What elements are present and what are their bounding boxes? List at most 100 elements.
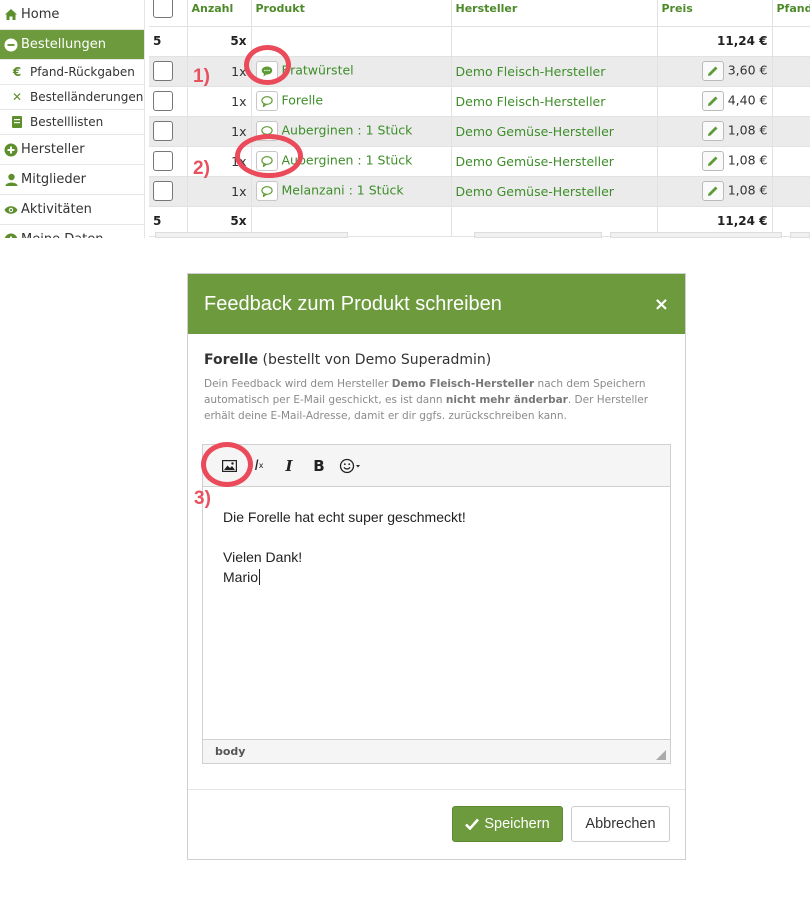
element-path: body — [215, 745, 246, 758]
sidebar-item-home[interactable]: Home — [0, 0, 144, 30]
cancel-button-label: Abbrechen — [585, 816, 656, 832]
book-icon — [10, 115, 24, 129]
annotation-circle — [235, 134, 303, 178]
sidebar-item-hersteller[interactable]: Hersteller — [0, 135, 144, 165]
cancel-button[interactable]: Abbrechen — [571, 806, 670, 842]
table-header-row: Anzahl Produkt Hersteller Preis Pfand — [149, 0, 810, 26]
modal-header: Feedback zum Produkt schreiben × — [188, 274, 685, 334]
sidebar-item-label: Bestellungen — [21, 36, 106, 52]
product-link[interactable]: Forelle — [282, 93, 324, 108]
summary-total: 11,24 € — [657, 26, 773, 56]
edit-price-icon[interactable] — [701, 61, 724, 81]
info-text-part: Dein Feedback wird dem Hersteller — [204, 378, 392, 390]
maker-link[interactable]: Demo Fleisch-Hersteller — [451, 56, 658, 86]
button-strip — [790, 232, 810, 238]
sidebar-item-pfand[interactable]: € Pfand-Rückgaben — [0, 60, 144, 85]
sidebar-item-mitglieder[interactable]: Mitglieder — [0, 165, 144, 195]
user-icon — [4, 173, 18, 187]
edit-price-icon[interactable] — [701, 151, 724, 171]
modal-body: Forelle (bestellt von Demo Superadmin) D… — [188, 334, 685, 424]
column-header-anzahl[interactable]: Anzahl — [187, 0, 252, 26]
sidebar: Home Bestellungen € Pfand-Rückgaben ✕ Be… — [0, 0, 145, 238]
edit-price-icon[interactable] — [701, 181, 724, 201]
text-cursor — [259, 569, 261, 585]
product-name: Forelle — [204, 352, 259, 368]
eye-icon — [4, 203, 18, 217]
maker-link[interactable]: Demo Fleisch-Hersteller — [451, 86, 658, 116]
save-button-label: Speichern — [484, 816, 550, 832]
plus-circle-icon — [4, 233, 18, 238]
row-checkbox[interactable] — [153, 151, 173, 171]
euro-icon: € — [12, 64, 22, 79]
comment-icon[interactable] — [255, 181, 278, 201]
product-link[interactable]: Melanzani : 1 Stück — [282, 183, 404, 198]
italic-icon[interactable]: I — [275, 453, 303, 479]
editor-content[interactable]: Die Forelle hat echt super geschmeckt! V… — [203, 487, 670, 739]
row-price: 1,08 € — [727, 182, 768, 198]
sidebar-item-bestellungen[interactable]: Bestellungen — [0, 30, 144, 60]
button-strip — [474, 232, 602, 238]
edit-price-icon[interactable] — [701, 91, 724, 111]
product-link[interactable]: Auberginen : 1 Stück — [282, 123, 413, 138]
column-header-pfand[interactable]: Pfand — [772, 0, 810, 26]
editor-toolbar: Ix I B — [203, 445, 670, 487]
rich-text-editor: Ix I B Die Forelle hat echt super geschm… — [202, 444, 671, 764]
bold-icon[interactable]: B — [305, 453, 333, 479]
sidebar-item-meine-daten[interactable]: Meine Daten — [0, 225, 144, 238]
comment-icon[interactable] — [255, 91, 278, 111]
select-all-cell — [149, 0, 188, 26]
product-ordered-by: (bestellt von Demo Superadmin) — [258, 352, 492, 368]
annotation-label: 1) — [193, 66, 210, 87]
row-price: 1,08 € — [727, 152, 768, 168]
annotation-circle — [201, 442, 253, 487]
resize-handle-icon[interactable] — [656, 750, 666, 760]
sidebar-item-label: Aktivitäten — [21, 201, 92, 217]
row-qty: 1x — [187, 86, 252, 116]
sidebar-item-aktivitaeten[interactable]: Aktivitäten — [0, 195, 144, 225]
row-checkbox[interactable] — [153, 121, 173, 141]
row-checkbox[interactable] — [153, 181, 173, 201]
minus-circle-icon — [4, 38, 18, 52]
annotation-label: 3) — [194, 488, 211, 509]
product-line: Forelle (bestellt von Demo Superadmin) — [204, 352, 669, 368]
row-price: 3,60 € — [727, 62, 768, 78]
column-header-produkt[interactable]: Produkt — [251, 0, 452, 26]
editor-line: Vielen Dank! — [223, 549, 303, 565]
column-header-hersteller[interactable]: Hersteller — [451, 0, 658, 26]
sidebar-item-bestellaenderungen[interactable]: ✕ Bestelländerungen — [0, 85, 144, 110]
editor-line — [223, 527, 650, 547]
sidebar-item-bestelllisten[interactable]: Bestelllisten — [0, 110, 144, 135]
sidebar-item-label: Pfand-Rückgaben — [30, 64, 135, 79]
sidebar-item-label: Bestelllisten — [30, 114, 104, 129]
modal-title: Feedback zum Produkt schreiben — [204, 292, 502, 315]
maker-link[interactable]: Demo Gemüse-Hersteller — [451, 146, 658, 176]
plus-circle-icon — [4, 143, 18, 157]
save-button[interactable]: Speichern — [452, 806, 563, 842]
modal-footer: Speichern Abbrechen — [188, 789, 685, 859]
sidebar-item-label: Meine Daten — [21, 226, 104, 239]
table-row: 1x Melanzani : 1 Stück Demo Gemüse-Herst… — [149, 176, 810, 206]
summary-qty: 5x — [187, 26, 252, 56]
column-header-preis[interactable]: Preis — [657, 0, 773, 26]
annotation-circle — [244, 45, 291, 85]
close-icon[interactable]: × — [654, 294, 669, 315]
summary-count: 5 — [149, 26, 188, 56]
row-price: 1,08 € — [727, 122, 768, 138]
row-checkbox[interactable] — [153, 91, 173, 111]
info-not-editable: nicht mehr änderbar — [445, 394, 568, 406]
maker-link[interactable]: Demo Gemüse-Hersteller — [451, 176, 658, 206]
select-all-checkbox[interactable] — [153, 0, 173, 18]
maker-link[interactable]: Demo Gemüse-Hersteller — [451, 116, 658, 146]
row-checkbox[interactable] — [153, 61, 173, 81]
product-link[interactable]: Bratwürstel — [282, 63, 354, 78]
info-maker: Demo Fleisch-Hersteller — [391, 378, 535, 390]
feedback-modal: Feedback zum Produkt schreiben × Forelle… — [187, 273, 686, 860]
editor-line: Die Forelle hat echt super geschmeckt! — [223, 509, 466, 525]
emoji-icon[interactable] — [335, 453, 367, 479]
button-strip — [155, 232, 348, 238]
sidebar-item-label: Bestelländerungen — [30, 89, 144, 104]
x-icon: ✕ — [11, 89, 23, 104]
edit-price-icon[interactable] — [701, 121, 724, 141]
editor-line: Mario — [223, 567, 650, 587]
annotation-label: 2) — [193, 158, 210, 179]
